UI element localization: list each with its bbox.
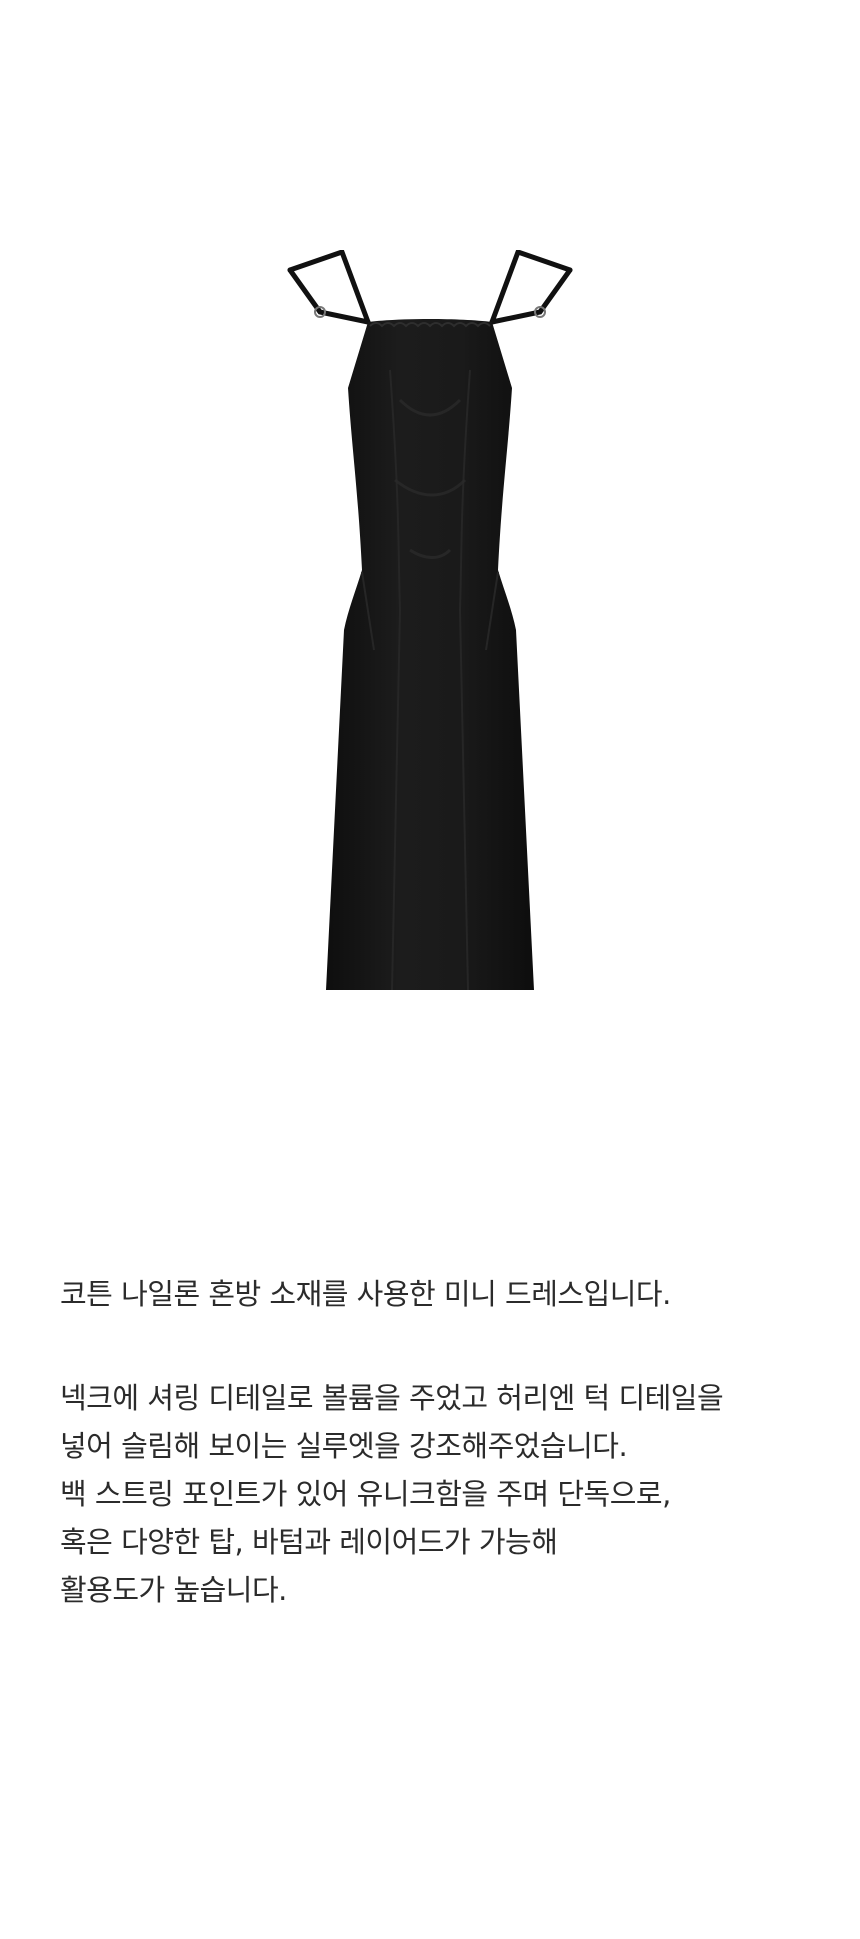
description-line: 활용도가 높습니다. [60, 1573, 287, 1607]
product-description: 코튼 나일론 혼방 소재를 사용한 미니 드레스입니다. 넥크에 셔링 디테일로… [60, 1270, 840, 1614]
dress-straps [287, 250, 573, 325]
description-line: 넥크에 셔링 디테일로 볼륨을 주었고 허리엔 턱 디테일을 [60, 1381, 724, 1415]
product-image [250, 250, 610, 995]
description-line: 백 스트링 포인트가 있어 유니크함을 주며 단독으로, [60, 1477, 671, 1511]
description-line: 넣어 슬림해 보이는 실루엣을 강조해주었습니다. [60, 1429, 628, 1463]
description-line: 혹은 다양한 탑, 바텀과 레이어드가 가능해 [60, 1525, 558, 1559]
black-mini-dress-icon [287, 250, 573, 991]
description-intro: 코튼 나일론 혼방 소재를 사용한 미니 드레스입니다. [60, 1277, 671, 1311]
dress-body [326, 319, 534, 990]
